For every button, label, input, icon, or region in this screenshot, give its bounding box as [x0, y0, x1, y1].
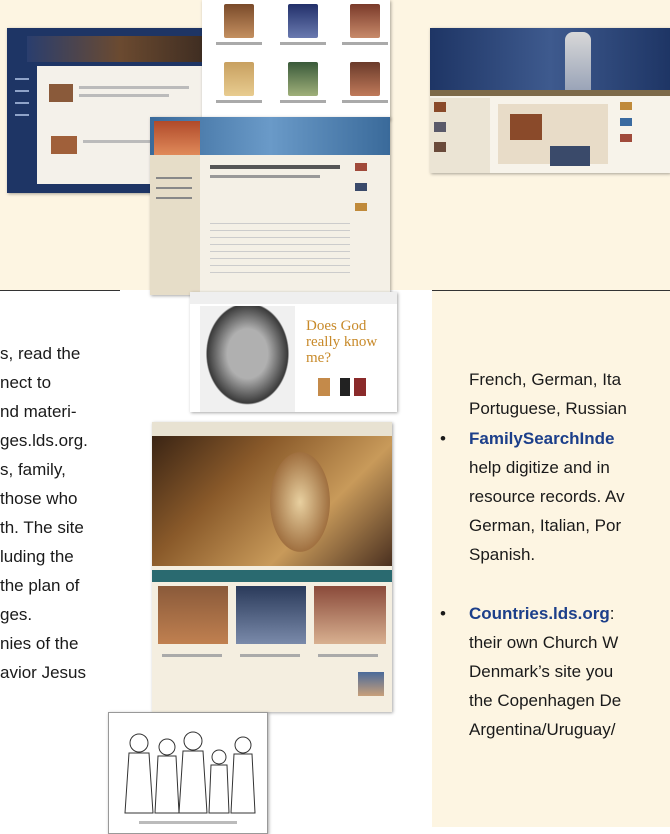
text-line: luding the	[0, 547, 74, 566]
text-line: nect to	[0, 373, 52, 392]
gallery-thumb	[224, 62, 254, 96]
title-colon: :	[609, 604, 615, 623]
text-line: French, German, Ita	[469, 370, 622, 389]
text-line: their own Church W	[469, 633, 619, 652]
text-line: those who	[0, 489, 78, 508]
bullet-icon: •	[440, 429, 446, 448]
screenshot-site-table	[150, 117, 390, 295]
screenshot-image-gallery	[202, 0, 390, 120]
list-item-countries: Countries.lds.org: their own Church W De…	[469, 599, 621, 744]
gallery-thumb	[350, 4, 380, 38]
list-item-title: FamilySearchInde	[469, 429, 615, 448]
text-line: avior Jesus	[0, 663, 86, 682]
left-column-text: s, read the nect to nd materi- ges.lds.o…	[0, 339, 88, 687]
list-item-title: Countries.lds.org	[469, 604, 610, 623]
text-line: the Copenhagen De	[469, 691, 622, 710]
screenshot-site-blue-right	[430, 28, 670, 173]
bullet-icon: •	[440, 604, 446, 623]
text-line: German, Italian, Por	[469, 516, 622, 535]
gallery-thumb	[224, 4, 254, 38]
text-line: nd materi-	[0, 402, 77, 421]
section-rule-right	[432, 290, 670, 291]
list-item-familysearch: FamilySearchInde help digitize and in re…	[469, 424, 625, 569]
screenshot-coloring-page	[108, 712, 268, 834]
text-line: Spanish.	[469, 545, 536, 564]
text-line: nies of the	[0, 634, 79, 653]
section-rule-left	[0, 290, 120, 291]
gallery-thumb	[288, 4, 318, 38]
text-line: ges.lds.org.	[0, 431, 88, 450]
text-line: th. The site	[0, 518, 84, 537]
text-line: help digitize and in	[469, 458, 610, 477]
text-line: Argentina/Uruguay/	[469, 720, 616, 739]
coloring-figures-illustration	[124, 731, 256, 824]
text-line: resource records. Av	[469, 487, 625, 506]
text-line: Portuguese, Russian	[469, 399, 627, 418]
text-line: the plan of	[0, 576, 80, 595]
text-line: s, read the	[0, 344, 81, 363]
text-line: Denmark’s site you	[469, 662, 614, 681]
featured-headline: Does God really know me?	[306, 318, 378, 366]
text-line: ges.	[0, 605, 33, 624]
gallery-thumb	[350, 62, 380, 96]
right-column-text-a: French, German, Ita Portuguese, Russian	[469, 365, 627, 423]
screenshot-site-featured: Does God really know me?	[190, 292, 397, 412]
text-line: s, family,	[0, 460, 66, 479]
screenshot-site-painting	[152, 422, 392, 712]
gallery-thumb	[288, 62, 318, 96]
